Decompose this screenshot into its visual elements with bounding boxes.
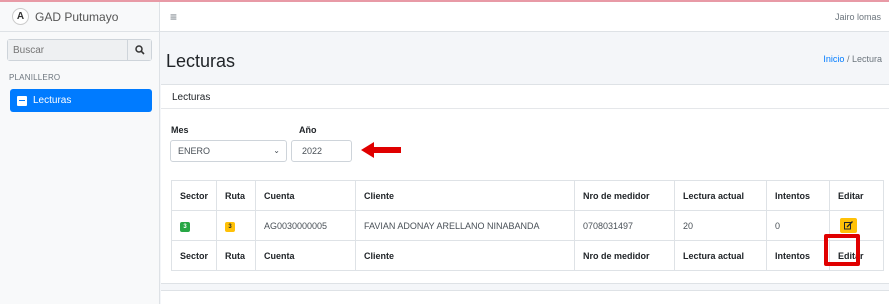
col-footer-cliente: Cliente [355,240,575,271]
lecturas-table: Sector Ruta Cuenta Cliente Nro de medido… [171,180,884,271]
col-header-editar: Editar [829,180,884,211]
annotation-arrow-icon [361,142,401,158]
search-button[interactable] [127,40,151,60]
table-footer-row: Sector Ruta Cuenta Cliente Nro de medido… [171,240,884,271]
brand[interactable]: A GAD Putumayo [0,2,159,32]
cell-cuenta: AG0030000005 [255,210,356,241]
page-title: Lecturas [166,51,236,71]
cell-intentos: 0 [766,210,830,241]
breadcrumb-current: Lectura [851,54,882,64]
sidebar-item-label: Lecturas [33,95,72,106]
anio-input[interactable]: 2022 [291,140,352,162]
edit-button[interactable] [840,218,857,233]
top-navbar: ≡ Jairo lomas [160,2,889,32]
cell-ruta: 3 [216,210,256,241]
footer-strip [161,290,889,304]
col-header-cliente: Cliente [355,180,575,211]
anio-label: Año [299,125,317,135]
user-name[interactable]: Jairo lomas [835,12,881,22]
edit-icon [844,221,853,230]
mes-select[interactable]: ENERO ⌄ [170,140,287,162]
col-header-lectura: Lectura actual [674,180,767,211]
col-footer-medidor: Nro de medidor [574,240,675,271]
sidebar-item-lecturas[interactable]: Lecturas [10,89,152,112]
col-footer-intentos: Intentos [766,240,830,271]
sidebar: A GAD Putumayo PLANILLERO Lecturas [0,2,160,304]
table-row: 3 3 AG0030000005 FAVIAN ADONAY ARELLANO … [171,210,884,241]
breadcrumb-separator: / [846,54,850,64]
col-footer-ruta: Ruta [216,240,256,271]
cell-lectura: 20 [674,210,767,241]
cell-medidor: 0708031497 [574,210,675,241]
brand-name: GAD Putumayo [35,9,119,24]
sidebar-search [7,39,152,61]
table-header-row: Sector Ruta Cuenta Cliente Nro de medido… [171,180,884,211]
col-header-intentos: Intentos [766,180,830,211]
mes-label: Mes [171,125,189,135]
chevron-down-icon: ⌄ [273,146,280,155]
col-footer-cuenta: Cuenta [255,240,356,271]
col-footer-sector: Sector [171,240,217,271]
cell-sector: 3 [171,210,217,241]
search-icon [134,45,145,55]
mes-select-value: ENERO [178,146,211,156]
breadcrumb: Inicio / Lectura [823,54,882,64]
menu-toggle-icon[interactable]: ≡ [170,10,177,24]
col-header-sector: Sector [171,180,217,211]
col-header-medidor: Nro de medidor [574,180,675,211]
annotation-highlight-box [824,234,860,266]
lecturas-card: Lecturas Mes Año ENERO ⌄ 2022 Sector Rut… [161,84,889,284]
col-header-cuenta: Cuenta [255,180,356,211]
col-header-ruta: Ruta [216,180,256,211]
search-input[interactable] [8,40,127,60]
ruta-badge: 3 [225,221,235,232]
sector-badge: 3 [180,221,190,232]
col-footer-lectura: Lectura actual [674,240,767,271]
nav-section-header: PLANILLERO [9,73,61,82]
book-icon [17,95,27,106]
card-title: Lecturas [161,85,889,109]
cell-cliente: FAVIAN ADONAY ARELLANO NINABANDA [355,210,575,241]
breadcrumb-home-link[interactable]: Inicio [823,54,844,64]
brand-logo: A [12,8,29,25]
